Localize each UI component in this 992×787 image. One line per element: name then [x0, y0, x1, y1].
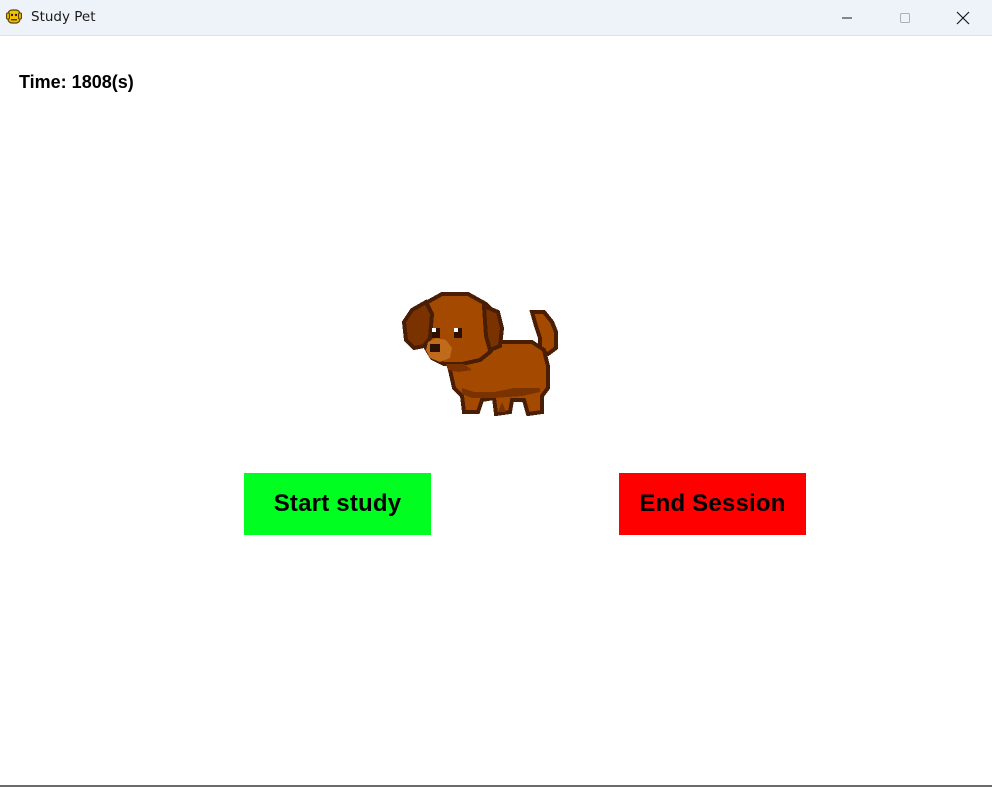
close-button[interactable]	[934, 0, 992, 35]
game-canvas: Time: 1808(s) Start study End Session	[0, 36, 992, 785]
end-session-button[interactable]: End Session	[619, 473, 806, 535]
maximize-icon	[900, 12, 910, 23]
pet-app-icon	[6, 9, 22, 24]
title-bar[interactable]: Study Pet	[0, 0, 992, 36]
minimize-button[interactable]	[818, 0, 876, 35]
window-title: Study Pet	[31, 9, 96, 25]
end-session-label: End Session	[639, 490, 786, 517]
start-study-label: Start study	[273, 490, 402, 517]
close-icon	[956, 11, 970, 24]
dog-sprite[interactable]	[402, 292, 558, 418]
maximize-button[interactable]	[876, 0, 934, 35]
study-pet-window: Study Pet Time: 1808(s) Start study End …	[0, 0, 992, 787]
minimize-icon	[842, 17, 852, 18]
timer-label: Time: 1808(s)	[19, 72, 134, 92]
start-study-button[interactable]: Start study	[244, 473, 431, 535]
